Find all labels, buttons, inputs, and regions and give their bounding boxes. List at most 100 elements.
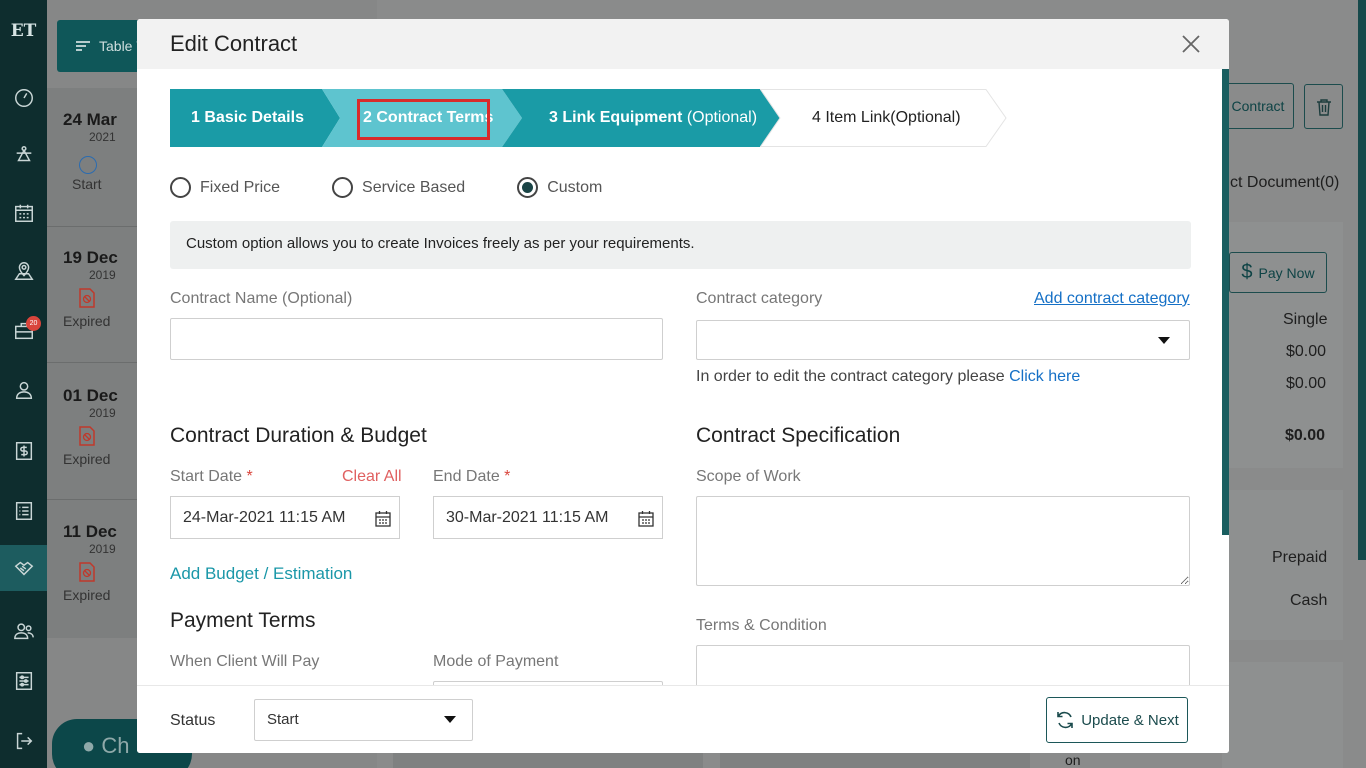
dollar-sign-icon: $ — [1241, 261, 1253, 283]
step-link-equipment[interactable]: 3 Link Equipment (Optional) — [502, 89, 780, 147]
step-item-link[interactable]: 4 Item Link(Optional) — [760, 89, 1010, 147]
radio-label: Custom — [547, 178, 603, 196]
documents-tab[interactable]: ct Document(0) — [1230, 174, 1350, 192]
step-contract-terms[interactable]: 2 Contract Terms — [322, 89, 522, 147]
end-date-value: 30-Mar-2021 11:15 AM — [446, 508, 609, 526]
caret-down-icon — [444, 716, 456, 723]
users-icon[interactable] — [0, 608, 47, 654]
logout-icon[interactable] — [0, 718, 47, 764]
user-icon[interactable] — [0, 367, 47, 413]
pay-now-button[interactable]: $ Pay Now — [1229, 252, 1327, 293]
start-date-value: 24-Mar-2021 11:15 AM — [183, 508, 346, 526]
calendar-icon[interactable] — [0, 190, 47, 236]
map-pin-icon[interactable] — [0, 248, 47, 294]
step-title: Link Equipment — [562, 109, 683, 126]
step-title: Basic Details — [204, 109, 304, 126]
briefcase-icon[interactable]: 20 — [0, 308, 47, 354]
terms-condition-label: Terms & Condition — [696, 617, 827, 634]
step-number: 4 — [812, 109, 821, 126]
radio-custom[interactable]: Custom — [517, 177, 602, 198]
timeline-year: 2021 — [89, 130, 116, 144]
payment-mode: Cash — [1290, 592, 1328, 609]
click-here-link[interactable]: Click here — [1009, 368, 1080, 385]
add-contract-category-link[interactable]: Add contract category — [1034, 290, 1190, 308]
radio-selected-icon — [517, 177, 539, 198]
contract-category-label: Contract category — [696, 290, 823, 307]
step-number: 2 — [363, 109, 372, 126]
timeline-entry[interactable]: 11 Dec 2019 Expired — [63, 522, 138, 603]
step-label: 2 Contract Terms — [363, 109, 493, 127]
timeline-year: 2019 — [89, 268, 116, 282]
start-date-label: Start Date * — [170, 468, 253, 486]
timeline-entry[interactable]: 24 Mar 2021 Start — [63, 110, 138, 192]
chat-label: Ch — [101, 733, 130, 758]
step-basic-details[interactable]: 1 Basic Details — [170, 89, 340, 147]
custom-info-box: Custom option allows you to create Invoi… — [170, 221, 1191, 269]
wizard-stepper: 1 Basic Details 2 Contract Terms 3 Link … — [170, 89, 1010, 147]
dashboard-icon[interactable] — [0, 75, 47, 121]
step-suffix: (Optional) — [686, 109, 758, 126]
chat-bubble-icon: ● — [82, 733, 96, 758]
timeline-divider — [47, 499, 137, 500]
radio-circle-icon — [332, 177, 354, 198]
settings-sliders-icon[interactable] — [0, 658, 47, 704]
end-date-input[interactable]: 30-Mar-2021 11:15 AM — [433, 496, 663, 539]
required-mark: * — [504, 468, 511, 485]
close-icon[interactable] — [1179, 32, 1203, 56]
timeline-date: 24 Mar — [63, 110, 117, 129]
background-card-bottom — [720, 753, 1030, 768]
status-label: Status — [170, 712, 216, 729]
end-date-text: End Date — [433, 468, 500, 485]
modal-scrollbar[interactable] — [1222, 69, 1229, 535]
status-selected-value: Start — [267, 711, 299, 728]
dollar-icon[interactable] — [0, 428, 47, 474]
contract-name-label: Contract Name (Optional) — [170, 290, 353, 307]
step-number: 1 — [191, 109, 200, 126]
timeline-entry[interactable]: 01 Dec 2019 Expired — [63, 386, 138, 467]
table-view-button[interactable]: Table V — [57, 20, 147, 72]
timeline-entry[interactable]: 19 Dec 2019 Expired — [63, 248, 138, 329]
amount-value: $0.00 — [1286, 375, 1327, 392]
update-next-button[interactable]: Update & Next — [1046, 697, 1188, 743]
radio-circle-icon — [170, 177, 191, 198]
step-title: Item Link(Optional) — [825, 109, 961, 126]
end-date-label: End Date * — [433, 468, 510, 486]
amount-value: $0.00 — [1286, 343, 1327, 360]
billing-type: Single — [1283, 311, 1328, 328]
radio-service-based[interactable]: Service Based — [332, 177, 465, 198]
scope-of-work-textarea[interactable] — [696, 496, 1190, 586]
radio-fixed-price[interactable]: Fixed Price — [170, 177, 280, 198]
delete-button[interactable] — [1304, 84, 1343, 129]
timeline-year: 2019 — [89, 542, 116, 556]
app-logo: ET — [10, 21, 37, 41]
contract-category-select[interactable] — [696, 320, 1190, 360]
category-help-text: In order to edit the contract category p… — [696, 368, 1080, 386]
status-select[interactable]: Start — [254, 699, 473, 741]
edit-contract-modal: Edit Contract 1 Basic Details 2 Contract… — [137, 19, 1229, 753]
timeline-status: Expired — [63, 587, 111, 603]
step-number: 3 — [549, 109, 558, 126]
trash-icon — [1316, 98, 1331, 116]
calendar-icon[interactable] — [638, 510, 654, 527]
start-date-input[interactable]: 24-Mar-2021 11:15 AM — [170, 496, 400, 539]
scope-of-work-label: Scope of Work — [696, 468, 801, 485]
add-budget-link[interactable]: Add Budget / Estimation — [170, 564, 352, 584]
page-scrollbar[interactable] — [1358, 0, 1366, 560]
payment-section-title: Payment Terms — [170, 609, 316, 632]
timeline-status: Start — [72, 176, 102, 192]
contract-name-input[interactable] — [170, 318, 663, 360]
timeline-status: Expired — [63, 313, 111, 329]
background-card-bottom — [393, 753, 703, 768]
clear-all-link[interactable]: Clear All — [342, 468, 402, 486]
list-icon[interactable] — [0, 488, 47, 534]
timeline-date: 19 Dec — [63, 248, 118, 267]
expired-document-icon — [79, 562, 95, 582]
menu-lines-icon — [76, 41, 90, 51]
contract-handshake-icon[interactable] — [0, 545, 47, 591]
contract-button[interactable]: Contract — [1222, 83, 1294, 129]
pen-tool-icon[interactable] — [0, 132, 47, 178]
timeline-date: 01 Dec — [63, 386, 118, 405]
caret-down-icon — [1158, 337, 1170, 344]
calendar-icon[interactable] — [375, 510, 391, 527]
start-date-text: Start Date — [170, 468, 243, 485]
